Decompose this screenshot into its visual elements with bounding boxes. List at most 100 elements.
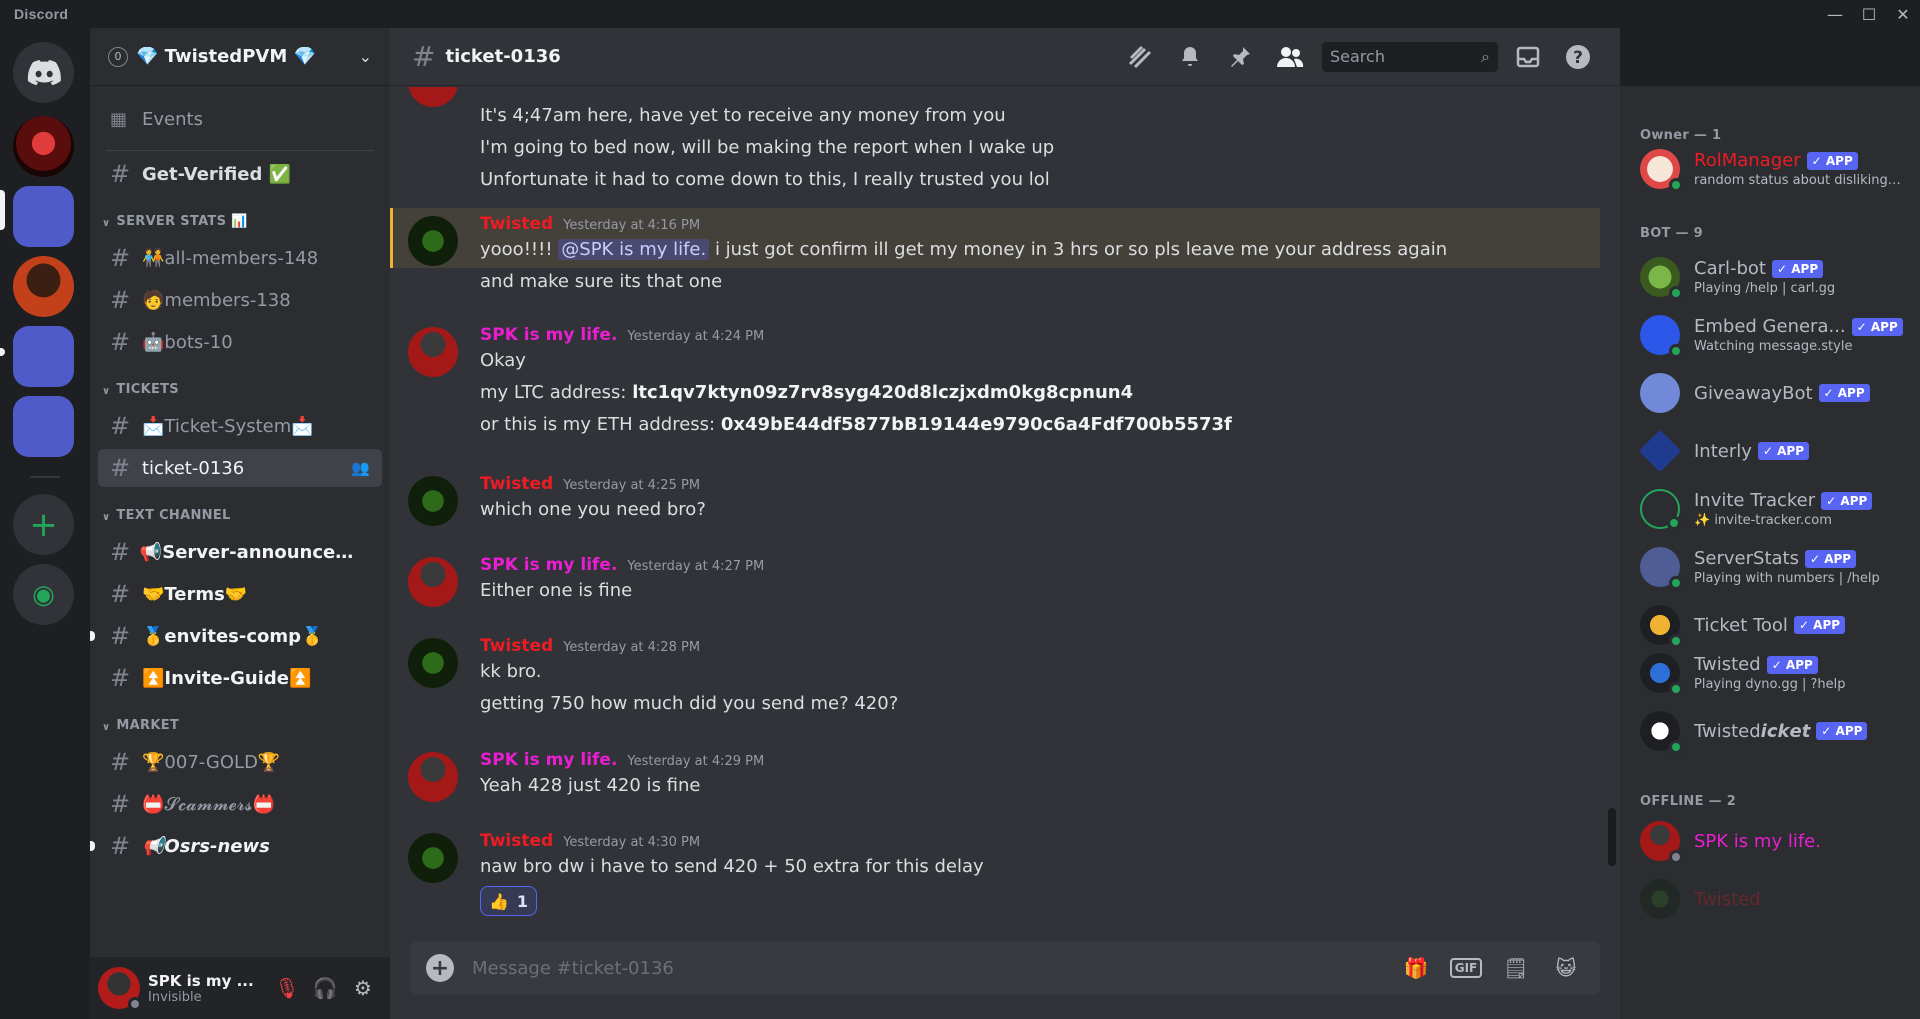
author-name[interactable]: Twisted (480, 214, 553, 234)
bell-icon[interactable] (1170, 37, 1210, 77)
help-icon[interactable]: ? (1558, 37, 1598, 77)
maximize-button[interactable]: ☐ (1852, 0, 1886, 28)
reaction-thumbs-up[interactable]: 👍 1 (480, 886, 538, 916)
member-status-text: Playing /help | carl.gg (1694, 281, 1836, 296)
message-list: It's 4;47am here, have yet to receive an… (390, 87, 1600, 959)
message-text: getting 750 how much did you send me? 42… (480, 693, 899, 714)
author-name[interactable]: Twisted (480, 636, 553, 656)
sticker-icon[interactable]: 🗒 (1498, 950, 1534, 986)
author-name[interactable]: Twisted (480, 831, 553, 851)
mute-mic-icon[interactable]: 🎙 (268, 969, 306, 1007)
member-item[interactable]: Twisted ✓ APP Playing dyno.gg | ?help (1640, 648, 1910, 698)
member-name: Carl-bot ✓ APP (1694, 258, 1835, 279)
channel-007-gold[interactable]: # 🏆007-GOLD🏆 (98, 743, 382, 781)
avatar[interactable] (408, 557, 458, 607)
emoji-icon[interactable]: 😺 (1548, 950, 1584, 986)
member-list-icon[interactable] (1270, 37, 1310, 77)
category-server-stats[interactable]: ∨ SERVER STATS 📊 (98, 201, 382, 235)
member-item[interactable]: Twisted𝙞𝙘𝙠𝙚𝙩 ✓ APP (1640, 706, 1910, 756)
close-button[interactable]: ✕ (1886, 0, 1920, 28)
channel-envites-comp[interactable]: # 🥇envites-comp🥇 (90, 617, 382, 655)
author-name[interactable]: SPK is my life. (480, 750, 617, 770)
search-input[interactable]: Search ⌕ (1322, 41, 1498, 72)
category-tickets[interactable]: ∨ TICKETS (98, 369, 382, 403)
events-item[interactable]: ▦ Events (98, 100, 382, 138)
channel-all-members[interactable]: # 🧑‍🤝‍🧑all-members-148 (98, 239, 382, 277)
pin-icon[interactable] (1220, 37, 1260, 77)
server-folder[interactable] (13, 326, 74, 387)
channel-server-announcements[interactable]: # 📢Server-announceme... (98, 533, 382, 571)
member-name: SPK is my life. (1694, 831, 1821, 852)
server-icon-anime[interactable] (13, 396, 74, 457)
hash-lock-icon: # (412, 40, 436, 73)
add-member-icon[interactable]: 👥 (351, 459, 370, 477)
scrollbar-thumb[interactable] (1608, 808, 1616, 866)
user-mention[interactable]: @SPK is my life. (558, 239, 710, 260)
member-item[interactable]: SPK is my life. (1640, 816, 1910, 866)
add-server-icon[interactable]: + (13, 494, 74, 555)
user-info[interactable]: SPK is my ... Invisible (148, 972, 268, 1005)
avatar[interactable] (408, 216, 458, 266)
channel-members[interactable]: # 🧑members-138 (98, 281, 382, 319)
home-button[interactable] (13, 42, 74, 103)
channel-label: 🤖bots-10 (142, 331, 233, 353)
discord-logo-icon (27, 59, 61, 85)
server-icon-skull[interactable] (13, 116, 74, 177)
channel-label: ⏫Invite-Guide⏫ (142, 667, 312, 689)
category-label: TEXT CHANNEL (116, 508, 231, 523)
server-icon-face[interactable] (13, 256, 74, 317)
avatar[interactable] (98, 967, 142, 1011)
server-icon-twistedpvm[interactable] (13, 186, 74, 247)
avatar[interactable] (408, 833, 458, 883)
channel-title: ticket-0136 (445, 46, 561, 67)
channel-scammers[interactable]: # 📛𝓢𝓬𝓪𝓶𝓶𝓮𝓻𝓼📛 (98, 785, 382, 823)
add-attachment-icon[interactable]: + (426, 954, 454, 982)
message-input[interactable]: Message #ticket-0136 (472, 958, 1384, 979)
channel-bots[interactable]: # 🤖bots-10 (98, 323, 382, 361)
avatar[interactable] (408, 752, 458, 802)
member-name: ServerStats ✓ APP (1694, 548, 1880, 569)
gift-icon[interactable]: 🎁 (1398, 950, 1434, 986)
member-item[interactable]: Interly ✓ APP (1638, 426, 1910, 476)
gif-icon[interactable]: GIF (1448, 950, 1484, 986)
channel-terms[interactable]: # 🤝Terms🤝 (98, 575, 382, 613)
app-badge: ✓ APP (1772, 259, 1824, 278)
server-header[interactable]: 0 💎 TwistedPVM 💎 ⌄ (90, 28, 390, 86)
member-item[interactable]: GiveawayBot ✓ APP (1640, 368, 1910, 418)
channel-invite-guide[interactable]: # ⏫Invite-Guide⏫ (98, 659, 382, 697)
headphones-icon[interactable]: 🎧 (306, 969, 344, 1007)
channel-label: 🥇envites-comp🥇 (142, 625, 324, 647)
channel-label: 📢Osrs-news (142, 835, 270, 857)
avatar[interactable] (408, 87, 458, 107)
discover-compass-icon[interactable]: ◉ (13, 564, 74, 625)
inbox-icon[interactable] (1508, 37, 1548, 77)
channel-osrs-news[interactable]: # 📢Osrs-news (90, 827, 382, 865)
minimize-button[interactable]: — (1818, 0, 1852, 28)
member-item[interactable]: Carl-bot ✓ APP Playing /help | carl.gg (1640, 252, 1910, 302)
channel-ticket-system[interactable]: # 📩Ticket-System📩 (98, 407, 382, 445)
settings-gear-icon[interactable]: ⚙ (344, 969, 382, 1007)
member-item[interactable]: Embed Genera... ✓ APP Watching message.sty… (1640, 310, 1910, 360)
author-name[interactable]: SPK is my life. (480, 325, 617, 345)
chat-header: # ticket-0136 Search ⌕ ? (390, 28, 1620, 86)
message-text: Yeah 428 just 420 is fine (480, 775, 701, 796)
author-name[interactable]: Twisted (480, 474, 553, 494)
avatar[interactable] (408, 638, 458, 688)
user-status: Invisible (148, 989, 202, 1005)
avatar[interactable] (408, 327, 458, 377)
avatar[interactable] (408, 476, 458, 526)
threads-icon[interactable] (1120, 37, 1160, 77)
rail-divider (30, 476, 60, 478)
channel-get-verified[interactable]: # Get-Verified ✅ (98, 155, 382, 193)
member-item[interactable]: RolManager ✓ APP random status about disli… (1640, 144, 1910, 194)
category-text-channel[interactable]: ∨ TEXT CHANNEL (98, 495, 382, 529)
member-item[interactable]: Invite Tracker ✓ APP ✨ invite-tracker.com (1640, 484, 1910, 534)
message-composer[interactable]: + Message #ticket-0136 🎁 GIF 🗒 😺 (410, 941, 1600, 995)
message-header: Twisted Yesterday at 4:16 PM (480, 214, 700, 234)
author-name[interactable]: SPK is my life. (480, 555, 617, 575)
member-item[interactable]: Ticket Tool ✓ APP (1640, 600, 1910, 650)
channel-ticket-0136[interactable]: # ticket-0136 👥 (98, 449, 382, 487)
member-item[interactable]: Twisted (1640, 874, 1910, 924)
member-item[interactable]: ServerStats ✓ APP Playing with numbers | /… (1640, 542, 1910, 592)
category-market[interactable]: ∨ MARKET (98, 705, 382, 739)
